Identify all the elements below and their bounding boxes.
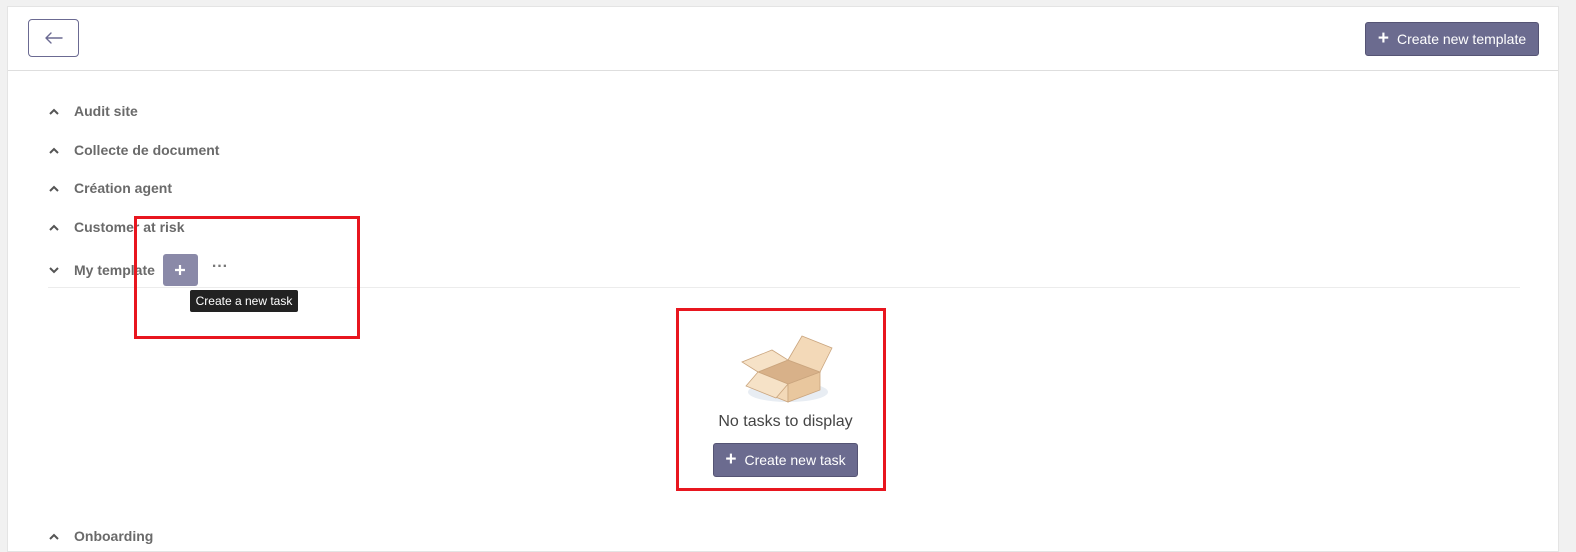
chevron-up-icon[interactable] — [48, 182, 60, 194]
group-label: Onboarding — [74, 528, 154, 544]
chevron-up-icon[interactable] — [48, 221, 60, 233]
group-audit-site[interactable]: Audit site — [48, 100, 138, 122]
chevron-up-icon[interactable] — [48, 144, 60, 156]
group-label: Collecte de document — [74, 142, 220, 158]
group-collecte-de-document[interactable]: Collecte de document — [48, 139, 219, 161]
group-label: Création agent — [74, 180, 173, 196]
group-label: Audit site — [74, 103, 138, 119]
back-button[interactable] — [28, 19, 79, 57]
chevron-down-icon[interactable] — [48, 264, 60, 276]
group-onboarding[interactable]: Onboarding — [48, 525, 153, 547]
highlight-box-add-task — [134, 216, 360, 339]
create-template-button[interactable]: + Create new template — [1365, 22, 1539, 56]
create-template-label: Create new template — [1396, 31, 1527, 47]
plus-icon: + — [1377, 27, 1389, 49]
arrow-left-icon — [44, 32, 63, 44]
group-creation-agent[interactable]: Création agent — [48, 177, 172, 199]
chevron-up-icon[interactable] — [48, 105, 60, 117]
page-header: + Create new template — [8, 7, 1558, 71]
highlight-box-empty-state — [676, 308, 886, 491]
chevron-up-icon[interactable] — [48, 530, 60, 542]
